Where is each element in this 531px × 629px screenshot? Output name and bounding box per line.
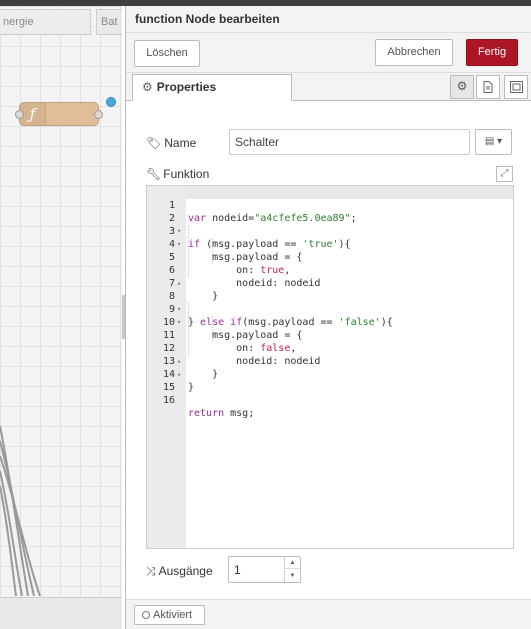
stepper-up-button[interactable]: ▲ — [284, 557, 300, 569]
tag-icon: 🏷︎ — [146, 136, 162, 150]
function-label-text: Funktion — [163, 167, 210, 181]
code-line: 14 ▴ } — [147, 355, 513, 393]
function-node[interactable]: ƒ — [15, 97, 116, 126]
description-tab-button[interactable] — [476, 75, 500, 99]
tray-title: function Node bearbeiten — [135, 12, 280, 26]
code-line: 5 on: true, — [147, 238, 513, 276]
chevron-up-icon: ▲ — [289, 560, 296, 566]
code-line: 15 — [147, 368, 513, 393]
code-line: 16 return msg; — [147, 381, 513, 419]
node-output-port[interactable] — [94, 110, 103, 119]
workspace-footer — [0, 597, 122, 629]
done-button[interactable]: Fertig — [466, 39, 518, 66]
code-editor[interactable]: 1 var nodeid="a4cfefe5.0ea89"; 2 3 ▾ if (… — [146, 185, 514, 549]
code-line: 6 nodeid: nodeid — [147, 251, 513, 289]
flow-workspace[interactable]: nergie Bat ƒ — [0, 6, 122, 629]
chevron-down-icon: ▾ — [497, 136, 503, 147]
code-line: 2 — [147, 199, 513, 224]
settings-tab-button[interactable]: ⚙ — [450, 75, 474, 99]
node-input-port[interactable] — [15, 110, 24, 119]
library-button[interactable]: ▤ ▾ — [475, 129, 512, 155]
outputs-value[interactable]: 1 — [234, 563, 241, 577]
tray-header: function Node bearbeiten — [126, 6, 531, 33]
code-token: return — [188, 408, 225, 419]
appearance-tab-button[interactable] — [504, 75, 528, 99]
tab-properties[interactable]: ⚙ Properties — [132, 74, 292, 101]
code-line: 3 ▾ if (msg.payload == 'true'){ — [147, 212, 513, 250]
code-line: 13 ▴ } — [147, 342, 513, 380]
shuffle-icon: ⤨ — [146, 564, 156, 578]
enabled-label: Aktiviert — [153, 609, 193, 621]
gear-icon: ⚙ — [456, 79, 468, 93]
enabled-toggle-button[interactable]: Aktiviert — [134, 605, 205, 625]
expand-editor-button[interactable]: ⤢ — [496, 166, 513, 182]
name-input[interactable]: Schalter — [229, 129, 470, 155]
node-changed-indicator — [106, 97, 116, 107]
code-line: 1 var nodeid="a4cfefe5.0ea89"; — [147, 186, 513, 224]
code-line: 11 on: false, — [147, 316, 513, 354]
node-wires — [0, 425, 41, 596]
cancel-button[interactable]: Abbrechen — [375, 39, 453, 66]
appearance-icon — [509, 81, 523, 93]
wrench-icon: 🔧︎ — [146, 167, 162, 181]
workspace-tab-1[interactable]: nergie — [0, 9, 91, 35]
code-line: 12 nodeid: nodeid — [147, 329, 513, 367]
delete-button[interactable]: Löschen — [134, 40, 200, 67]
stepper-down-button[interactable]: ▼ — [284, 570, 300, 582]
tray-footer: Aktiviert — [126, 599, 531, 629]
name-label-text: Name — [164, 136, 197, 150]
document-icon — [483, 81, 493, 93]
outputs-stepper[interactable]: 1 ▲ ▼ — [228, 556, 301, 583]
code-token: msg; — [224, 408, 255, 419]
tray-tabbar: ⚙ Properties ⚙ — [126, 73, 531, 101]
book-icon: ▤ — [484, 136, 495, 147]
code-line: 10 ▾ msg.payload = { — [147, 303, 513, 341]
workspace-tab-2-label: Bat — [101, 16, 118, 28]
tray-toolbar: Löschen Abbrechen Fertig — [126, 33, 531, 73]
editor-tray: function Node bearbeiten Löschen Abbrech… — [125, 6, 531, 629]
gear-icon: ⚙ — [142, 80, 153, 94]
workspace-tab-1-label: nergie — [3, 16, 34, 28]
code-line: 8 — [147, 277, 513, 302]
code-line: 7 ▴ } — [147, 264, 513, 302]
tab-properties-label: Properties — [156, 80, 217, 94]
outputs-label: ⤨ Ausgänge — [146, 564, 213, 579]
code-line: 9 ▾ } else if(msg.payload == 'false'){ — [147, 290, 513, 328]
outputs-label-text: Ausgänge — [158, 564, 213, 578]
workspace-tab-2[interactable]: Bat — [96, 9, 122, 35]
expand-icon: ⤢ — [500, 168, 509, 179]
function-label: 🔧︎ Funktion — [146, 167, 209, 181]
chevron-down-icon: ▼ — [289, 573, 296, 579]
circle-icon — [142, 611, 150, 619]
line-number: 16 — [162, 395, 175, 406]
code-line: 4 ▾ msg.payload = { — [147, 225, 513, 263]
name-label: 🏷︎ Name — [146, 136, 196, 150]
